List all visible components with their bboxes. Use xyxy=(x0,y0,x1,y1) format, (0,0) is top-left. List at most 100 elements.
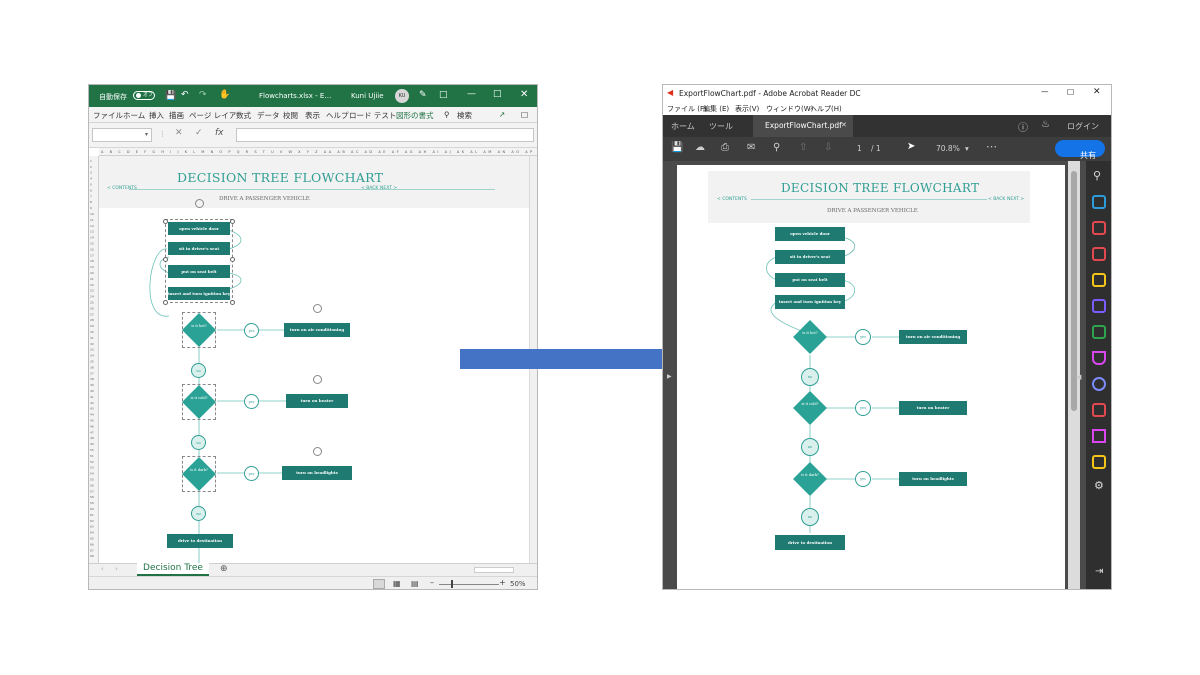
zoom-slider[interactable] xyxy=(439,584,499,585)
row-number[interactable]: 34 xyxy=(90,354,94,358)
row-number[interactable]: 38 xyxy=(90,377,94,381)
menu-help[interactable]: ヘルプ(H) xyxy=(810,104,842,114)
tab-insert[interactable]: 挿入 xyxy=(149,110,164,121)
maximize-icon[interactable]: □ xyxy=(493,89,502,99)
row-number[interactable]: 27 xyxy=(90,312,94,316)
right-panel-toggle-icon[interactable]: ◀ xyxy=(1076,373,1081,381)
row-number[interactable]: 44 xyxy=(90,413,94,417)
menu-edit[interactable]: 編集 (E) xyxy=(703,104,729,114)
row-number[interactable]: 6 xyxy=(90,188,92,192)
row-number[interactable]: 17 xyxy=(90,253,94,257)
row-number[interactable]: 61 xyxy=(90,513,94,517)
row-number[interactable]: 60 xyxy=(90,507,94,511)
row-number[interactable]: 21 xyxy=(90,277,94,281)
menu-file[interactable]: ファイル (F) xyxy=(667,104,707,114)
row-number[interactable]: 7 xyxy=(90,194,92,198)
row-number[interactable]: 16 xyxy=(90,247,94,251)
upload-icon[interactable]: ☁ xyxy=(695,142,705,153)
row-number[interactable]: 52 xyxy=(90,460,94,464)
row-number[interactable]: 31 xyxy=(90,336,94,340)
tab-home[interactable]: ホーム xyxy=(123,110,145,121)
tab-scroll-right-icon[interactable]: › xyxy=(115,565,118,573)
row-number[interactable]: 37 xyxy=(90,371,94,375)
row-number[interactable]: 66 xyxy=(90,542,94,546)
row-number[interactable]: 3 xyxy=(90,171,92,175)
selection-handle[interactable] xyxy=(163,257,168,262)
no-circle-1[interactable]: no xyxy=(191,363,206,378)
zoom-level[interactable]: 50% xyxy=(510,580,526,588)
row-number[interactable]: 42 xyxy=(90,401,94,405)
select-cursor-icon[interactable]: ➤ xyxy=(907,141,915,152)
row-number[interactable]: 33 xyxy=(90,348,94,352)
rotate-handle-icon[interactable] xyxy=(195,199,204,208)
row-number[interactable]: 26 xyxy=(90,306,94,310)
left-panel-toggle-icon[interactable]: ▶ xyxy=(667,373,672,380)
row-number[interactable]: 62 xyxy=(90,519,94,523)
row-number[interactable]: 9 xyxy=(90,206,92,210)
row-number[interactable]: 24 xyxy=(90,295,94,299)
menu-view[interactable]: 表示(V) xyxy=(735,104,759,114)
maximize-icon[interactable]: □ xyxy=(1067,87,1074,96)
rotate-handle-icon[interactable] xyxy=(313,447,322,456)
export-pdf-icon[interactable] xyxy=(1092,195,1106,209)
tab-home[interactable]: ホーム xyxy=(671,121,695,132)
create-pdf-icon[interactable] xyxy=(1092,221,1106,235)
row-number[interactable]: 11 xyxy=(90,218,94,222)
help-icon[interactable]: ⓘ xyxy=(1018,119,1028,134)
row-number[interactable]: 59 xyxy=(90,501,94,505)
row-number[interactable]: 65 xyxy=(90,537,94,541)
row-number[interactable]: 54 xyxy=(90,472,94,476)
row-number[interactable]: 4 xyxy=(90,177,92,181)
row-number[interactable]: 5 xyxy=(90,183,92,187)
row-number[interactable]: 15 xyxy=(90,242,94,246)
final-box[interactable]: drive to destination xyxy=(167,534,233,548)
combine-files-icon[interactable] xyxy=(1092,325,1106,339)
pen-icon[interactable]: ✎ xyxy=(419,90,427,100)
row-number[interactable]: 10 xyxy=(90,212,94,216)
selection-handle[interactable] xyxy=(163,300,168,305)
row-number[interactable]: 13 xyxy=(90,230,94,234)
horizontal-scrollbar[interactable] xyxy=(474,567,514,573)
row-number[interactable]: 51 xyxy=(90,454,94,458)
close-tab-icon[interactable]: ✕ xyxy=(841,121,847,129)
action-box-3[interactable]: turn on headlights xyxy=(282,466,352,480)
save-icon[interactable]: 💾 xyxy=(671,142,683,153)
row-number[interactable]: 30 xyxy=(90,330,94,334)
page-break-view-icon[interactable]: ▤ xyxy=(411,579,419,588)
row-number[interactable]: 2 xyxy=(90,165,92,169)
collapse-panel-icon[interactable]: ⇥ xyxy=(1095,566,1103,577)
name-box[interactable]: ▾ xyxy=(92,128,152,142)
row-number[interactable]: 29 xyxy=(90,324,94,328)
row-number[interactable]: 56 xyxy=(90,483,94,487)
selection-handle[interactable] xyxy=(163,219,168,224)
protect-icon[interactable] xyxy=(1092,377,1106,391)
minimize-icon[interactable]: — xyxy=(1041,87,1049,96)
row-number[interactable]: 67 xyxy=(90,548,94,552)
more-tools-icon[interactable]: ⚙ xyxy=(1094,479,1104,492)
page-down-icon[interactable]: ⇩ xyxy=(824,142,832,153)
tab-file[interactable]: ファイル xyxy=(93,110,123,121)
row-number[interactable]: 50 xyxy=(90,448,94,452)
row-number[interactable]: 35 xyxy=(90,360,94,364)
autosave-toggle[interactable]: オフ xyxy=(133,91,155,100)
selection-handle[interactable] xyxy=(230,257,235,262)
row-number[interactable]: 40 xyxy=(90,389,94,393)
login-button[interactable]: ログイン xyxy=(1067,121,1099,132)
page-up-icon[interactable]: ⇧ xyxy=(799,142,807,153)
send-for-comments-icon[interactable] xyxy=(1092,455,1106,469)
row-number[interactable]: 14 xyxy=(90,236,94,240)
minimize-icon[interactable]: — xyxy=(467,89,476,99)
row-number[interactable]: 64 xyxy=(90,531,94,535)
tab-page-layout[interactable]: ページ レイア xyxy=(189,110,236,121)
ribbon-display-icon[interactable]: □ xyxy=(439,90,448,100)
print-icon[interactable]: ⎙ xyxy=(721,142,729,153)
tab-view[interactable]: 表示 xyxy=(305,110,320,121)
tab-shape-format[interactable]: 図形の書式 xyxy=(396,110,434,121)
yes-circle-3[interactable]: yes xyxy=(244,466,259,481)
row-number[interactable]: 49 xyxy=(90,442,94,446)
row-number[interactable]: 25 xyxy=(90,301,94,305)
yes-circle-1[interactable]: yes xyxy=(244,323,259,338)
zoom-search-icon[interactable]: ⚲ xyxy=(1093,169,1101,182)
row-number[interactable]: 1 xyxy=(90,159,92,163)
bell-icon[interactable]: ♨ xyxy=(1041,119,1050,130)
